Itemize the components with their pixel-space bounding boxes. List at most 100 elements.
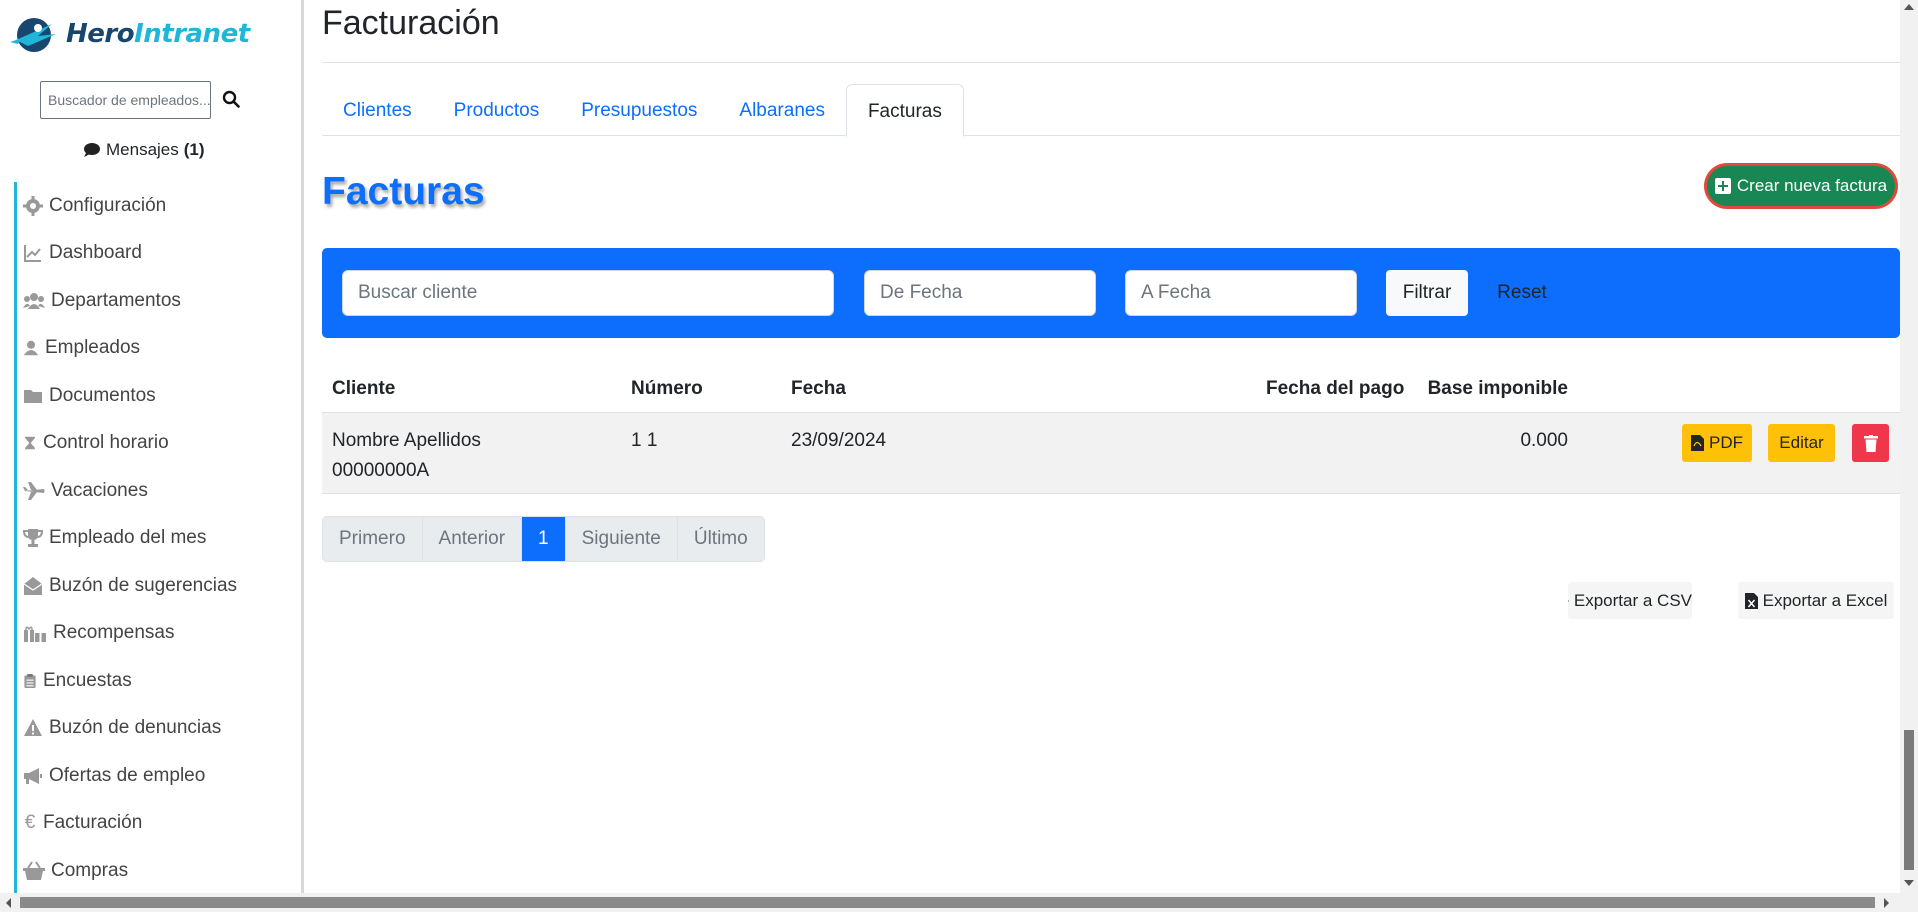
- vertical-scrollbar[interactable]: [1900, 0, 1918, 893]
- search-icon[interactable]: [222, 90, 240, 108]
- export-excel-button[interactable]: Exportar a Excel: [1738, 582, 1894, 619]
- tab-presupuestos[interactable]: Presupuestos: [560, 84, 718, 136]
- export-csv-button[interactable]: Exportar a CSV: [1568, 582, 1692, 619]
- gifts-icon: [24, 626, 46, 643]
- plane-icon: [23, 481, 45, 500]
- user-icon: [23, 341, 39, 356]
- file-csv-icon: [1568, 599, 1569, 602]
- reset-button[interactable]: Reset: [1482, 270, 1562, 316]
- sidebar-item-departamentos[interactable]: Departamentos: [17, 277, 301, 325]
- megaphone-icon: [24, 767, 42, 784]
- client-search-input[interactable]: Buscar cliente: [342, 270, 834, 316]
- sidebar-item-dashboard[interactable]: Dashboard: [17, 230, 301, 278]
- tab-facturas[interactable]: Facturas: [845, 84, 964, 137]
- tab-bar: Clientes Productos Presupuestos Albarane…: [322, 84, 1900, 137]
- trophy-icon: [23, 529, 43, 548]
- page-previous[interactable]: Anterior: [423, 517, 523, 561]
- scroll-left-icon[interactable]: [6, 898, 11, 908]
- sidebar-item-label: Empleado del mes: [49, 527, 207, 549]
- sidebar-nav: Configuración Dashboard Departamentos Em…: [14, 182, 301, 893]
- header-cliente: Cliente: [332, 378, 396, 399]
- sidebar-item-facturacion[interactable]: € Facturación: [17, 800, 301, 848]
- users-icon: [23, 292, 45, 309]
- sidebar-item-label: Vacaciones: [51, 479, 148, 501]
- sidebar-item-control-horario[interactable]: Control horario: [17, 420, 301, 468]
- sidebar-item-label: Facturación: [43, 812, 143, 834]
- filter-bar: Buscar cliente De Fecha A Fecha Filtrar …: [322, 248, 1900, 338]
- horizontal-scroll-thumb[interactable]: [20, 897, 1875, 908]
- create-invoice-button[interactable]: Crear nueva factura: [1707, 166, 1895, 206]
- messages-label: Mensajes: [106, 140, 179, 159]
- euro-icon: €: [24, 812, 36, 834]
- file-excel-icon: [1744, 592, 1758, 609]
- pdf-button[interactable]: PDF: [1682, 424, 1752, 462]
- brand-logo[interactable]: HeroIntranet: [8, 12, 250, 56]
- sidebar-item-vacaciones[interactable]: Vacaciones: [17, 467, 301, 515]
- page-first[interactable]: Primero: [323, 517, 423, 561]
- cell-number: 1 1: [631, 430, 658, 451]
- sidebar-item-buzon-sugerencias[interactable]: Buzón de sugerencias: [17, 562, 301, 610]
- table-header: Cliente Número Fecha Base imponible Fech…: [322, 368, 1900, 413]
- scroll-down-icon[interactable]: [1904, 880, 1914, 886]
- messages-link[interactable]: Mensajes (1): [83, 140, 205, 160]
- delete-button[interactable]: [1852, 424, 1889, 462]
- page-1[interactable]: 1: [522, 517, 566, 561]
- sidebar-item-label: Control horario: [43, 432, 169, 454]
- sidebar-item-documentos[interactable]: Documentos: [17, 372, 301, 420]
- vertical-scroll-thumb[interactable]: [1904, 730, 1914, 870]
- horizontal-scrollbar[interactable]: [0, 893, 1918, 912]
- header-numero: Número: [631, 378, 703, 399]
- comment-icon: [84, 143, 100, 157]
- sidebar-item-ofertas-empleo[interactable]: Ofertas de empleo: [17, 752, 301, 800]
- create-invoice-label: Crear nueva factura: [1736, 176, 1888, 195]
- cell-date: 23/09/2024: [791, 430, 887, 451]
- sidebar-item-label: Empleados: [45, 337, 141, 359]
- sidebar-item-buzon-denuncias[interactable]: Buzón de denuncias: [17, 705, 301, 753]
- edit-button[interactable]: Editar: [1768, 424, 1835, 462]
- tab-albaranes[interactable]: Albaranes: [718, 84, 846, 136]
- divider: [322, 62, 1900, 63]
- sidebar-item-encuestas[interactable]: Encuestas: [17, 657, 301, 705]
- sidebar-item-label: Buzón de sugerencias: [49, 574, 238, 596]
- messages-count: (1): [183, 140, 205, 159]
- invoices-table: Cliente Número Fecha Base imponible Fech…: [322, 368, 1900, 494]
- hourglass-icon: [25, 436, 35, 450]
- sidebar-item-configuracion[interactable]: Configuración: [17, 182, 301, 230]
- sidebar-item-label: Buzón de denuncias: [49, 717, 222, 739]
- employee-search-input[interactable]: Buscador de empleados...: [40, 81, 211, 119]
- sidebar-item-label: Dashboard: [49, 242, 142, 264]
- section-title: Facturas: [322, 170, 485, 213]
- from-date-input[interactable]: De Fecha: [864, 270, 1096, 316]
- sidebar: HeroIntranet Buscador de empleados... Me…: [0, 0, 304, 893]
- sidebar-item-label: Recompensas: [53, 622, 175, 644]
- hero-logo-icon: [10, 18, 56, 52]
- sidebar-item-label: Configuración: [49, 194, 167, 216]
- sidebar-item-recompensas[interactable]: Recompensas: [17, 610, 301, 658]
- plus-square-icon: [1714, 178, 1731, 194]
- tab-productos[interactable]: Productos: [433, 84, 561, 136]
- scroll-right-icon[interactable]: [1884, 898, 1889, 908]
- sidebar-item-empleado-del-mes[interactable]: Empleado del mes: [17, 515, 301, 563]
- gear-icon: [23, 195, 43, 216]
- page-last[interactable]: Último: [678, 517, 764, 561]
- file-pdf-icon: [1691, 435, 1704, 451]
- header-fecha-pago: Fecha del pago: [1266, 378, 1405, 399]
- page-next[interactable]: Siguiente: [566, 517, 678, 561]
- table-row: Nombre Apellidos 00000000A 1 1 23/09/202…: [322, 413, 1900, 494]
- pdf-label: PDF: [1709, 433, 1743, 452]
- trash-icon: [1863, 434, 1878, 452]
- scroll-up-icon[interactable]: [1904, 4, 1914, 10]
- filter-button[interactable]: Filtrar: [1386, 270, 1468, 316]
- pagination: Primero Anterior 1 Siguiente Último: [322, 516, 765, 562]
- basket-icon: [23, 861, 45, 880]
- tab-clientes[interactable]: Clientes: [322, 84, 433, 136]
- client-name: Nombre Apellidos: [332, 430, 481, 451]
- export-csv-label: Exportar a CSV: [1573, 590, 1692, 610]
- cell-base: 0.000: [1520, 430, 1568, 451]
- brand-name: HeroIntranet: [66, 19, 250, 49]
- to-date-input[interactable]: A Fecha: [1125, 270, 1357, 316]
- sidebar-item-empleados[interactable]: Empleados: [17, 325, 301, 373]
- sidebar-item-label: Departamentos: [51, 289, 181, 311]
- sidebar-item-compras[interactable]: Compras: [17, 847, 301, 893]
- header-fecha: Fecha: [791, 378, 846, 399]
